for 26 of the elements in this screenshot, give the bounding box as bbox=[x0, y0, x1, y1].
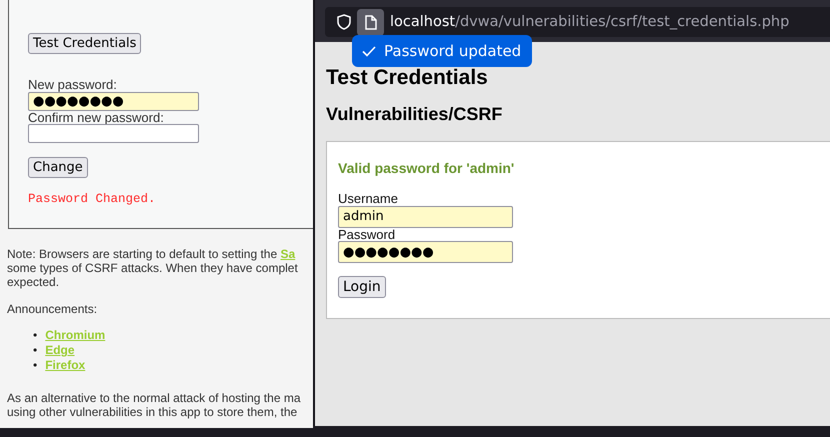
paragraph-text: As an alternative to the normal attack of hosting the ma using other vulnerabilities in this app to store them, the bbox=[7, 391, 302, 420]
password-updated-toast: Password updated bbox=[352, 35, 532, 67]
check-icon bbox=[362, 46, 376, 56]
shield-icon[interactable] bbox=[337, 14, 351, 30]
page-subtitle: Vulnerabilities/CSRF bbox=[326, 104, 504, 125]
note-text: Note: Browsers are starting to default to setting the Sa some types of CSRF attacks. When they have complet expected. bbox=[7, 247, 299, 290]
change-button[interactable]: Change bbox=[28, 157, 88, 178]
announcements-label: Announcements: bbox=[7, 302, 98, 316]
result-message: Valid password for 'admin' bbox=[338, 160, 514, 176]
status-message: Password Changed. bbox=[28, 192, 156, 206]
page-icon bbox=[364, 14, 376, 30]
field-label: New password: bbox=[28, 78, 117, 92]
page-info-button[interactable] bbox=[357, 8, 384, 36]
bullet-icon: • bbox=[33, 328, 38, 344]
page-title: Test Credentials bbox=[326, 66, 489, 90]
bullet-icon: • bbox=[33, 343, 38, 358]
field-label: Password bbox=[338, 228, 396, 242]
login-button[interactable]: Login bbox=[338, 276, 386, 298]
test-credentials-button[interactable]: Test Credentials bbox=[28, 33, 142, 54]
bullet-icon: • bbox=[33, 358, 38, 374]
field-label: Username bbox=[338, 192, 398, 206]
input-field[interactable]: ●●●●●●●● bbox=[338, 241, 513, 264]
input-field[interactable]: admin bbox=[338, 206, 513, 228]
field-label: Confirm new password: bbox=[28, 110, 164, 124]
input-field[interactable] bbox=[28, 124, 199, 144]
input-field[interactable]: ●●●●●●●● bbox=[28, 92, 199, 111]
